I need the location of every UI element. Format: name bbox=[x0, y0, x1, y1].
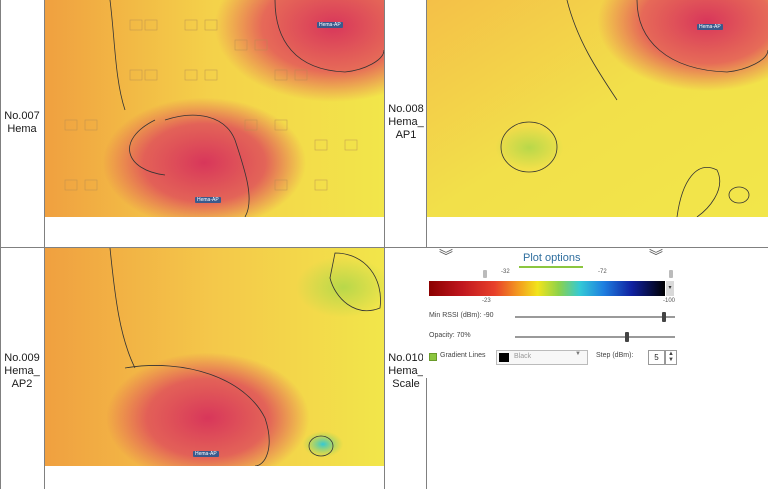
step-label: Step (dBm): bbox=[596, 352, 634, 359]
scale-handle-right[interactable] bbox=[669, 270, 673, 278]
scale-tick: -72 bbox=[598, 269, 607, 275]
collapse-left-icon[interactable]: ︾ bbox=[439, 249, 453, 263]
min-rssi-slider-thumb[interactable] bbox=[661, 312, 666, 322]
access-point-icon: Hema-AP bbox=[697, 24, 723, 30]
cell-label-007: No.007 Hema bbox=[4, 110, 40, 135]
gradient-lines-checkbox[interactable] bbox=[429, 353, 437, 361]
collapse-right-icon[interactable]: ︾ bbox=[649, 249, 663, 263]
cell-label-010: No.010 Hema_ Scale bbox=[388, 352, 424, 390]
divider bbox=[384, 0, 385, 489]
heatmap-008: Hema-AP bbox=[427, 0, 768, 217]
plot-options-panel: ︾ Plot options ︾ -32 -72 ▾ -23 -100 Min … bbox=[423, 248, 685, 378]
heatmap-007: Hema-AP Hema-AP bbox=[45, 0, 384, 217]
scale-tick: -100 bbox=[663, 298, 676, 304]
chevron-down-icon[interactable]: ▼ bbox=[575, 351, 581, 357]
step-input[interactable]: 5 bbox=[648, 350, 665, 365]
rssi-color-scale bbox=[429, 281, 665, 296]
gradient-color-value: Black bbox=[514, 353, 532, 360]
scale-handle-left[interactable] bbox=[483, 270, 487, 278]
scale-tick: -32 bbox=[501, 269, 510, 275]
access-point-icon: Hema-AP bbox=[193, 451, 219, 457]
opacity-label: Opacity: 70% bbox=[429, 332, 471, 339]
cell-label-008: No.008 Hema_ AP1 bbox=[388, 103, 424, 141]
opacity-slider-thumb[interactable] bbox=[625, 332, 629, 342]
heatmap-009: Hema-AP bbox=[45, 248, 384, 466]
access-point-icon: Hema-AP bbox=[317, 22, 343, 28]
scale-dropdown-icon[interactable]: ▾ bbox=[666, 281, 674, 296]
opacity-slider[interactable] bbox=[515, 336, 675, 338]
title-underline bbox=[519, 266, 583, 268]
divider bbox=[0, 0, 1, 489]
step-spinner[interactable]: ▲ ▼ bbox=[665, 350, 677, 365]
min-rssi-slider[interactable] bbox=[515, 316, 675, 318]
access-point-icon: Hema-AP bbox=[195, 197, 221, 203]
color-swatch bbox=[499, 353, 509, 362]
plot-options-title: Plot options bbox=[523, 252, 581, 264]
cell-label-009: No.009 Hema_ AP2 bbox=[4, 352, 40, 390]
gradient-lines-label: Gradient Lines bbox=[440, 352, 486, 359]
scale-tick: -23 bbox=[482, 298, 491, 304]
min-rssi-label: Min RSSI (dBm): -90 bbox=[429, 312, 494, 319]
